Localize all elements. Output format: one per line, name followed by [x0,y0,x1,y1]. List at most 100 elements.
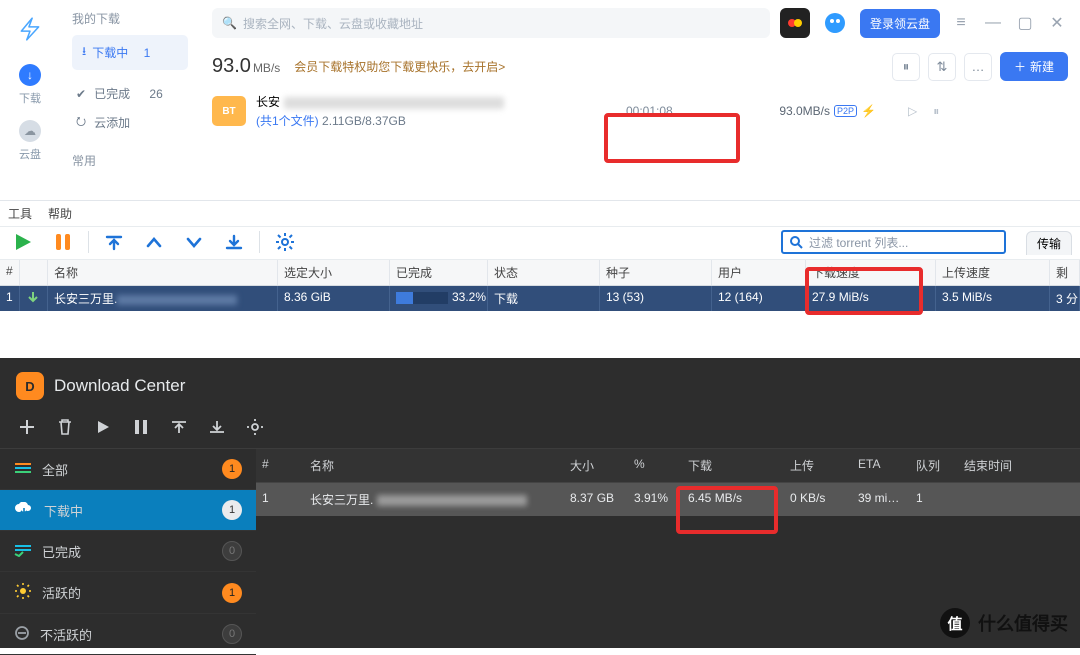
pause-button-dc[interactable] [132,418,150,436]
menu-icon[interactable]: ≡ [950,14,972,32]
task-actions: ▷ ⏸ [908,104,939,119]
play-button[interactable] [94,418,112,436]
menu-tools[interactable]: 工具 [8,205,32,222]
dcol-dl[interactable]: 下载 [682,449,784,482]
minimize-icon[interactable]: — [982,14,1004,32]
task-subinfo: (共1个文件) 2.11GB/8.37GB [256,112,616,129]
row-size: 8.36 GiB [278,286,390,311]
task-name-blur [284,97,504,109]
search-input[interactable]: 🔍 搜索全网、下载、云盘或收藏地址 [212,8,770,38]
dcol-end[interactable]: 结束时间 [958,449,1080,482]
filter-placeholder: 过滤 torrent 列表... [809,234,908,251]
rail-download[interactable]: ↓ 下载 [0,64,60,106]
row-hash: 1 [0,286,20,311]
menu-help[interactable]: 帮助 [48,205,72,222]
dcol-eta[interactable]: ETA [852,449,910,482]
dcol-name[interactable]: 名称 [304,449,564,482]
add-button[interactable] [18,418,36,436]
task-rate: 93.0MB/s P2P ⚡ [716,104,876,118]
side-finished[interactable]: 已完成 0 [0,531,256,572]
task-rate-value: 93.0MB/s [779,104,830,118]
sort-button[interactable]: ⇅ [928,53,956,81]
app-icon-2[interactable] [820,8,850,38]
delete-button[interactable] [56,418,74,436]
vip-hint-link[interactable]: 会员下载特权助您下载更快乐，去开启> [294,58,505,75]
inactive-icon [14,625,30,644]
col-dl[interactable]: 下载速度 [806,260,936,285]
sidebar-recent-header: 常用 [72,152,188,169]
qb-row-1[interactable]: 1 长安三万里. 8.36 GiB 33.2% 下载 13 (53) 12 (1… [0,286,1080,311]
rail-cloud-label: 云盘 [0,146,60,162]
start-button[interactable] [8,229,38,255]
new-task-button[interactable]: ＋ 新建 [1000,52,1068,81]
side-inactive[interactable]: 不活跃的 0 [0,614,256,655]
side-active[interactable]: 活跃的 1 [0,572,256,614]
sidebar-finished-count: 26 [149,87,162,101]
dc-title: Download Center [54,376,185,396]
col-ul[interactable]: 上传速度 [936,260,1050,285]
col-hash[interactable]: # [0,260,20,285]
col-done[interactable]: 已完成 [390,260,488,285]
sidebar-item-finished[interactable]: ✔ 已完成 26 [72,80,188,107]
dc-columns: # 名称 大小 % 下载 上传 ETA 队列 结束时间 [256,449,1080,483]
col-size[interactable]: 选定大小 [278,260,390,285]
download-arrow-icon: ⭳ [82,42,86,63]
task-name: 长安 [256,93,616,110]
app-icon-1[interactable] [780,8,810,38]
settings-button-dc[interactable] [246,418,264,436]
login-button[interactable]: 登录领云盘 [860,9,940,38]
move-bottom-button[interactable] [219,229,249,255]
close-icon[interactable]: ✕ [1046,13,1068,33]
qb-menubar: 工具 帮助 [0,201,1080,226]
side-all[interactable]: 全部 1 [0,449,256,490]
filter-input[interactable]: 过滤 torrent 列表... [781,230,1006,254]
drow-end [958,483,1080,516]
more-button[interactable]: … [964,53,992,81]
dcol-pct[interactable]: % [628,449,682,482]
task-row[interactable]: BT 长安 (共1个文件) 2.11GB/8.37GB 00:01:08 93.… [212,93,1068,129]
col-check[interactable] [20,260,48,285]
move-down-button[interactable] [179,229,209,255]
dcol-q[interactable]: 队列 [910,449,958,482]
pause-all-button[interactable]: ⏸ [892,53,920,81]
col-name[interactable]: 名称 [48,260,278,285]
sidebar-item-cloudadd[interactable]: ⭮ 云添加 [72,107,188,138]
drow-q: 1 [910,483,958,516]
download-center-panel: D Download Center 全部 1 下载中 1 已完成 0 [0,358,1080,648]
move-top-button[interactable] [99,229,129,255]
tab-transfer[interactable]: 传输 [1026,231,1072,255]
pause-button[interactable] [48,229,78,255]
dcol-size[interactable]: 大小 [564,449,628,482]
dcol-ul[interactable]: 上传 [784,449,852,482]
rail-cloud[interactable]: ☁ 云盘 [0,120,60,162]
drow-name-blur [377,495,527,506]
col-remain[interactable]: 剩 [1050,260,1080,285]
side-dl-label: 下载中 [44,501,83,520]
bottom-button[interactable] [208,418,226,436]
col-peers[interactable]: 用户 [712,260,806,285]
task-play-icon[interactable]: ▷ [908,104,917,119]
side-downloading[interactable]: 下载中 1 [0,490,256,531]
col-status[interactable]: 状态 [488,260,600,285]
xunlei-controls: ⏸ ⇅ … ＋ 新建 [892,52,1068,81]
maximize-icon[interactable]: ▢ [1014,13,1036,33]
side-inactive-badge: 0 [222,624,242,644]
row-done-value: 33.2% [452,290,486,304]
task-name-prefix: 长安 [256,95,280,109]
drow-dl: 6.45 MB/s [682,483,784,516]
dc-row-1[interactable]: 1 长安三万里. 8.37 GB 3.91% 6.45 MB/s 0 KB/s … [256,483,1080,516]
dc-body: 全部 1 下载中 1 已完成 0 活跃的 1 不活跃的 0 [0,448,1080,655]
move-up-button[interactable] [139,229,169,255]
task-files-link[interactable]: (共1个文件) [256,114,319,128]
dc-toolbar [0,414,1080,448]
xunlei-topbar: 🔍 搜索全网、下载、云盘或收藏地址 登录领云盘 ≡ — ▢ ✕ [212,8,1068,38]
cloud-icon: ☁ [19,120,41,142]
task-pause-icon[interactable]: ⏸ [933,104,939,119]
sidebar-item-downloading[interactable]: ⭳ 下载中 1 [72,35,188,70]
task-elapsed: 00:01:08 [626,104,706,118]
col-seeds[interactable]: 种子 [600,260,712,285]
xunlei-sidebar: 我的下载 ⭳ 下载中 1 ✔ 已完成 26 ⭮ 云添加 常用 [60,0,200,200]
settings-button[interactable] [270,229,300,255]
top-button[interactable] [170,418,188,436]
dcol-num[interactable]: # [256,449,304,482]
